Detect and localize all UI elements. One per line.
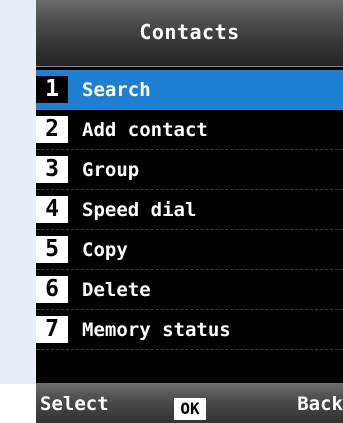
menu-item-copy[interactable]: 5 Copy [36,230,343,270]
side-background [0,0,36,383]
phone-screen: Contacts 1 Search 2 Add contact 3 Group … [36,0,343,423]
menu-item-number: 6 [36,276,68,303]
screen-title: Contacts [139,20,240,44]
menu-item-number: 5 [36,236,68,263]
menu-item-delete[interactable]: 6 Delete [36,270,343,310]
menu-item-speed-dial[interactable]: 4 Speed dial [36,190,343,230]
menu-item-label: Add contact [82,119,208,141]
menu-item-label: Delete [82,279,151,301]
contacts-menu: 1 Search 2 Add contact 3 Group 4 Speed d… [36,70,343,350]
menu-item-number: 2 [36,116,68,143]
menu-item-number: 1 [36,76,68,103]
menu-item-search[interactable]: 1 Search [36,70,343,110]
menu-item-memory-status[interactable]: 7 Memory status [36,310,343,350]
menu-item-number: 4 [36,196,68,223]
menu-item-label: Search [82,79,151,101]
title-bar: Contacts [36,0,343,67]
menu-item-number: 3 [36,156,68,183]
select-softkey[interactable]: Select [40,392,109,416]
menu-item-label: Memory status [82,319,231,341]
menu-item-group[interactable]: 3 Group [36,150,343,190]
ok-button[interactable]: OK [174,398,206,420]
menu-item-label: Copy [82,239,128,261]
menu-item-label: Group [82,159,140,181]
menu-item-add-contact[interactable]: 2 Add contact [36,110,343,150]
back-softkey[interactable]: Back [297,392,343,416]
menu-item-number: 7 [36,316,68,343]
side-background-lower [0,383,36,423]
softkey-bar: Select OK Back [36,383,343,423]
menu-item-label: Speed dial [82,199,197,221]
